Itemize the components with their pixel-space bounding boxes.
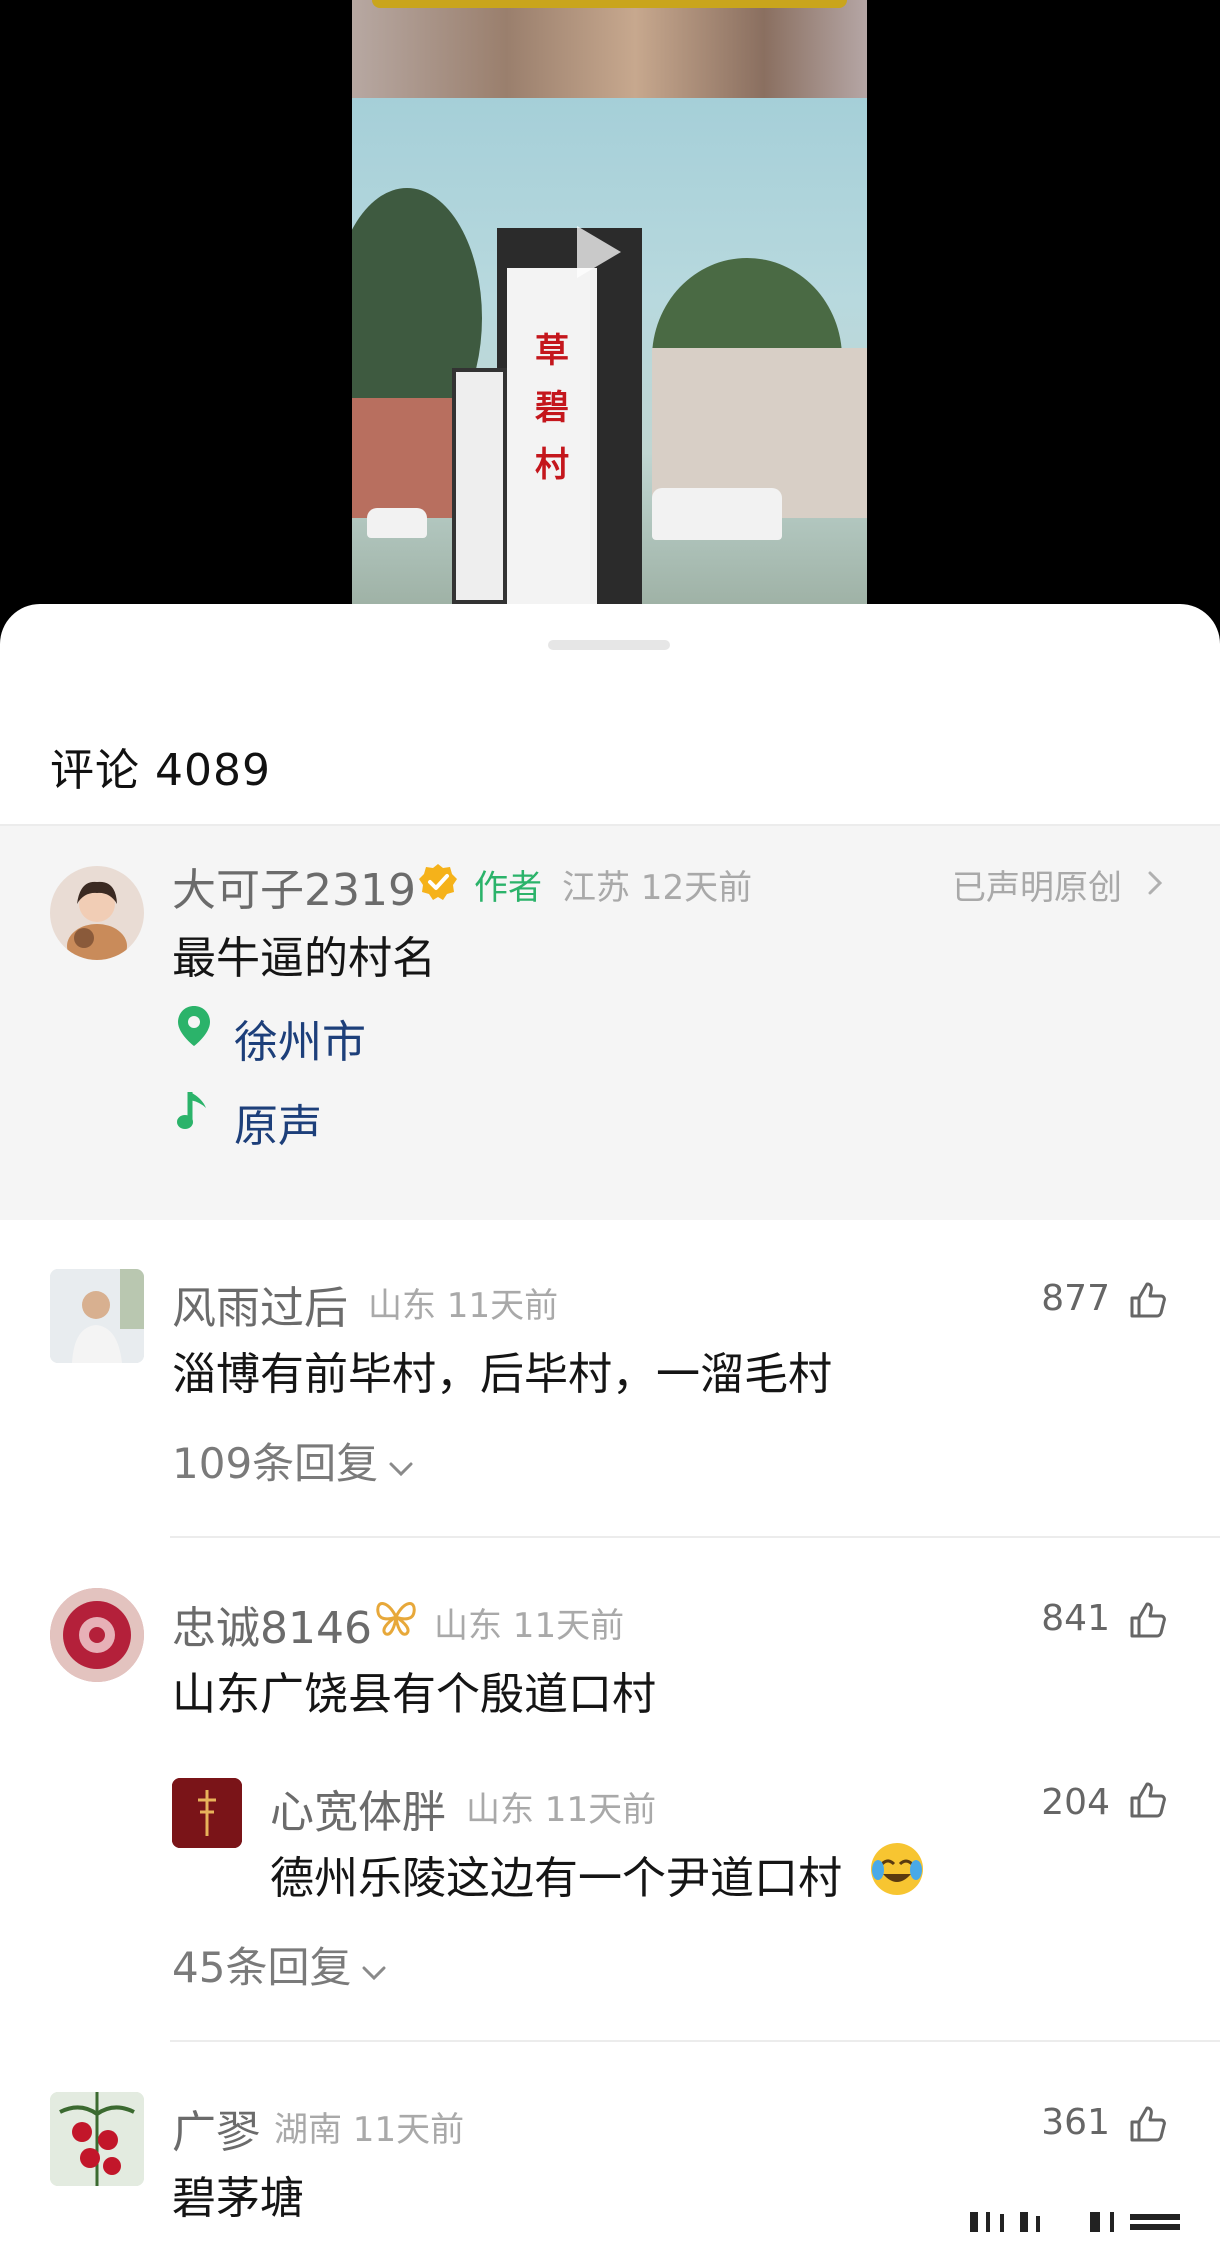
avatar[interactable] <box>50 2092 144 2186</box>
comment-text: 山东广饶县有个殷道口村 <box>172 1669 656 1720</box>
building-left <box>352 398 462 518</box>
avatar-image <box>67 881 127 960</box>
chevron-down-icon <box>362 1966 386 1981</box>
declared-original-link[interactable]: 已声明原创 <box>952 860 1122 909</box>
verified-badge-icon <box>419 864 457 900</box>
like-count: 841 <box>1041 1598 1110 1639</box>
divider <box>170 1536 1220 1538</box>
comment-meta: 湖南 11天前 <box>274 2110 465 2150</box>
avatar[interactable] <box>50 1588 144 1682</box>
car <box>652 488 782 540</box>
author-location-time: 江苏 12天前 <box>562 868 753 908</box>
view-replies-button[interactable]: 45条回复 <box>172 1934 387 1995</box>
comment-text: 碧茅塘 <box>172 2173 304 2224</box>
music-tag[interactable]: 原声 <box>234 1090 322 1154</box>
butterfly-badge-icon <box>376 1602 416 1636</box>
comment-text: 淄博有前毕村，后毕村，一溜毛村 <box>172 1349 832 1400</box>
sign-char-1: 草 <box>535 331 569 371</box>
avatar-image <box>50 2092 144 2186</box>
replies-label: 109条回复 <box>172 1439 379 1488</box>
video-top-clip <box>352 0 867 98</box>
chevron-right-icon[interactable] <box>1146 870 1164 896</box>
author-post-text: 最牛逼的村名 <box>172 933 436 984</box>
avatar[interactable] <box>172 1778 242 1848</box>
avatar-image <box>50 1269 144 1363</box>
caption-bar <box>372 0 847 8</box>
avatar[interactable] <box>50 1269 144 1363</box>
like-count: 361 <box>1041 2102 1110 2143</box>
comment-username[interactable]: 风雨过后 <box>172 1272 348 1336</box>
reply-meta: 山东 11天前 <box>466 1790 657 1830</box>
chevron-down-icon <box>389 1462 413 1477</box>
car-small <box>367 508 427 538</box>
replies-label: 45条回复 <box>172 1943 352 1992</box>
view-replies-button[interactable]: 109条回复 <box>172 1430 414 1491</box>
comments-sheet: 评论 4089 大可子2319 作者 江苏 12天前 已声明原创 最牛逼的村名 <box>0 604 1220 2247</box>
play-icon[interactable] <box>577 226 621 278</box>
sign-char-3: 村 <box>535 445 569 485</box>
comments-title: 评论 4089 <box>50 745 271 796</box>
comment-username[interactable]: 忠诚8146 <box>172 1592 372 1656</box>
video-frame[interactable]: 草 碧 村 <box>352 0 867 604</box>
avatar[interactable] <box>50 866 144 960</box>
avatar-image <box>172 1778 242 1848</box>
author-post[interactable]: 大可子2319 作者 江苏 12天前 已声明原创 最牛逼的村名 徐州市 原声 <box>0 826 1220 1220</box>
sign-char-2: 碧 <box>535 388 569 428</box>
watermark-bars <box>970 2212 1180 2232</box>
location-tag[interactable]: 徐州市 <box>234 1006 366 1070</box>
thumbs-up-icon[interactable] <box>1128 1780 1168 1820</box>
video-player[interactable]: 草 碧 村 <box>0 0 1220 640</box>
comment-username[interactable]: 广翏 <box>172 2096 260 2160</box>
reply-text: 德州乐陵这边有一个尹道口村 <box>270 1853 842 1904</box>
divider <box>170 2040 1220 2042</box>
thumbs-up-icon[interactable] <box>1128 1280 1168 1320</box>
location-pin-icon <box>178 1006 210 1046</box>
comment-meta: 山东 11天前 <box>434 1606 625 1646</box>
thumbs-up-icon[interactable] <box>1128 1600 1168 1640</box>
comment-meta: 山东 11天前 <box>368 1286 559 1326</box>
reply-username[interactable]: 心宽体胖 <box>270 1776 446 1840</box>
avatar-image <box>50 1588 144 1682</box>
thumbs-up-icon[interactable] <box>1128 2104 1168 2144</box>
village-sign-scene: 草 碧 村 <box>352 98 867 604</box>
sign-board <box>507 268 597 604</box>
like-count: 877 <box>1041 1278 1110 1319</box>
sign-side-panel <box>452 368 507 604</box>
reply-like-count: 204 <box>1041 1782 1110 1823</box>
author-badge: 作者 <box>474 868 542 908</box>
music-note-icon <box>177 1092 206 1129</box>
author-username[interactable]: 大可子2319 <box>172 854 416 918</box>
crying-laughing-emoji-icon <box>871 1843 923 1895</box>
drag-handle[interactable] <box>548 640 670 650</box>
